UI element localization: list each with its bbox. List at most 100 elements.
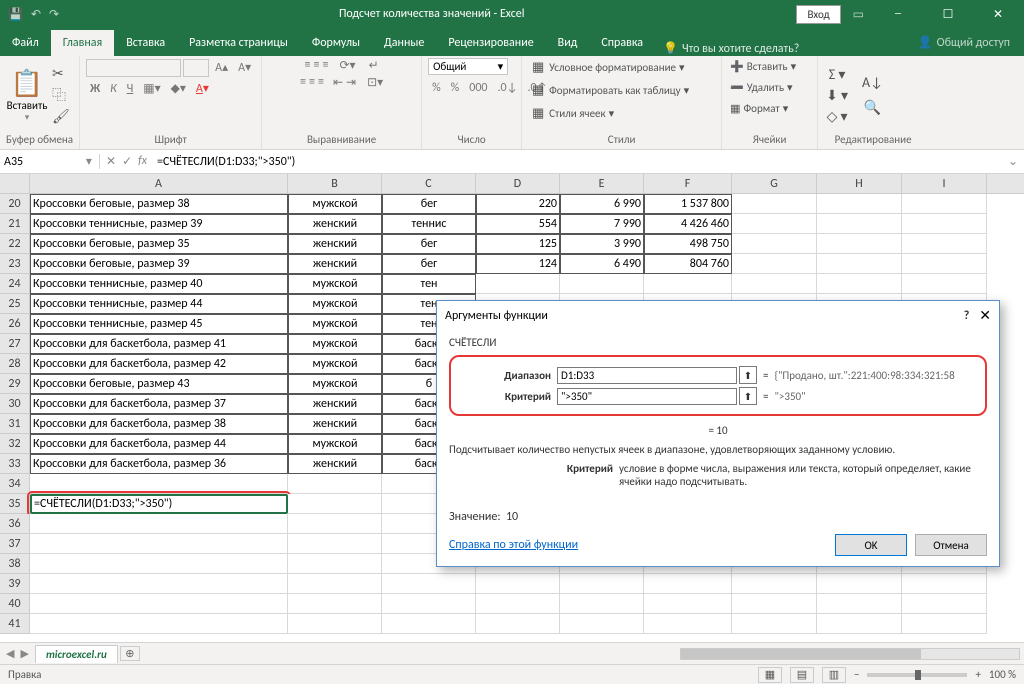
cell[interactable] [732,274,817,294]
cell[interactable] [382,574,476,594]
cell[interactable] [288,574,382,594]
copy-icon[interactable]: ⿻ [52,85,70,105]
tell-me-input[interactable]: 💡Что вы хотите сделать? [663,41,799,56]
tab-insert[interactable]: Вставка [114,30,177,56]
ok-button[interactable]: OK [835,534,907,556]
cell[interactable] [30,474,288,494]
cell[interactable] [732,254,817,274]
cell[interactable]: женский [288,394,382,414]
fx-icon[interactable]: fx [138,154,147,169]
cell[interactable]: мужской [288,194,382,214]
cell[interactable]: Кроссовки для баскетбола, размер 42 [30,354,288,374]
cell[interactable]: =СЧЁТЕСЛИ(D1:D33;">350") [30,494,288,514]
cell[interactable] [288,554,382,574]
row-header[interactable]: 31 [0,414,30,434]
col-header[interactable]: E [560,174,644,193]
cell[interactable] [817,594,902,614]
range-input[interactable] [557,367,737,384]
cell[interactable]: мужской [288,354,382,374]
cell[interactable]: женский [288,414,382,434]
col-header[interactable]: H [817,174,902,193]
normal-view-button[interactable]: ▦ [758,667,782,683]
col-header[interactable]: F [644,174,732,193]
cell[interactable] [30,614,288,634]
row-header[interactable]: 33 [0,454,30,474]
cell[interactable]: мужской [288,434,382,454]
row-header[interactable]: 26 [0,314,30,334]
cut-icon[interactable]: ✂ [52,65,70,82]
cell[interactable] [732,594,817,614]
cell[interactable] [288,494,382,514]
paste-button[interactable]: 📋 Вставить ▾ [6,67,48,123]
number-format-select[interactable]: Общий▾ [428,58,508,75]
ribbon-display-icon[interactable]: ▭ [847,7,870,22]
close-button[interactable]: ✕ [976,0,1020,28]
cell[interactable]: женский [288,214,382,234]
tab-file[interactable]: Файл [0,30,51,56]
dialog-help-button[interactable]: ? [964,309,970,323]
row-header[interactable]: 27 [0,334,30,354]
row-header[interactable]: 22 [0,234,30,254]
insert-cells-button[interactable]: ➕Вставить▾ [728,58,811,75]
clear-icon[interactable]: ◇ ▾ [827,108,848,125]
cell[interactable] [288,514,382,534]
cell[interactable]: бег [382,234,476,254]
row-header[interactable]: 23 [0,254,30,274]
cell[interactable]: Кроссовки беговые, размер 43 [30,374,288,394]
row-header[interactable]: 24 [0,274,30,294]
cell[interactable] [288,614,382,634]
row-header[interactable]: 36 [0,514,30,534]
cell[interactable]: 124 [476,254,560,274]
cell[interactable]: 498 750 [644,234,732,254]
page-layout-button[interactable]: ▤ [790,667,814,683]
collapse-criteria-icon[interactable]: ⬆ [739,387,757,405]
cell[interactable] [644,614,732,634]
cell[interactable] [817,574,902,594]
cell[interactable] [732,214,817,234]
cell[interactable] [902,254,987,274]
save-icon[interactable]: 💾 [8,7,23,22]
next-sheet-icon[interactable]: ▶ [20,647,28,660]
tab-help[interactable]: Справка [589,30,655,56]
cell[interactable]: Кроссовки беговые, размер 35 [30,234,288,254]
cell[interactable] [902,194,987,214]
cell[interactable]: 6 990 [560,194,644,214]
cell[interactable] [560,594,644,614]
add-sheet-button[interactable]: ⊕ [120,646,140,661]
col-header[interactable]: G [732,174,817,193]
row-header[interactable]: 29 [0,374,30,394]
expand-formula-bar-icon[interactable]: ⌄ [1002,154,1024,169]
zoom-slider[interactable] [867,673,967,677]
cell[interactable]: мужской [288,294,382,314]
cell[interactable]: бег [382,194,476,214]
row-header[interactable]: 38 [0,554,30,574]
cell[interactable] [732,194,817,214]
cell[interactable]: Кроссовки для баскетбола, размер 38 [30,414,288,434]
zoom-out-button[interactable]: − [854,668,859,681]
zoom-in-button[interactable]: + [975,668,980,681]
row-header[interactable]: 41 [0,614,30,634]
cell[interactable] [732,234,817,254]
format-painter-icon[interactable]: 🖌 [52,108,70,125]
col-header[interactable]: A [30,174,288,193]
cell[interactable] [560,574,644,594]
cell[interactable] [644,574,732,594]
row-header[interactable]: 39 [0,574,30,594]
cancel-formula-icon[interactable]: ✕ [106,154,116,169]
row-header[interactable]: 37 [0,534,30,554]
cell[interactable] [476,574,560,594]
cell[interactable] [382,614,476,634]
maximize-button[interactable]: ☐ [926,0,970,28]
row-header[interactable]: 21 [0,214,30,234]
minimize-button[interactable]: ─ [876,0,920,28]
dialog-close-button[interactable]: ✕ [979,307,991,324]
cell[interactable]: женский [288,234,382,254]
prev-sheet-icon[interactable]: ◀ [6,647,14,660]
criteria-input[interactable] [557,388,737,405]
col-header[interactable]: C [382,174,476,193]
cell[interactable] [30,574,288,594]
cell[interactable] [30,554,288,574]
cell[interactable] [30,594,288,614]
cell[interactable]: Кроссовки теннисные, размер 40 [30,274,288,294]
formula-input[interactable]: =СЧЁТЕСЛИ(D1:D33;">350") [153,155,1002,169]
